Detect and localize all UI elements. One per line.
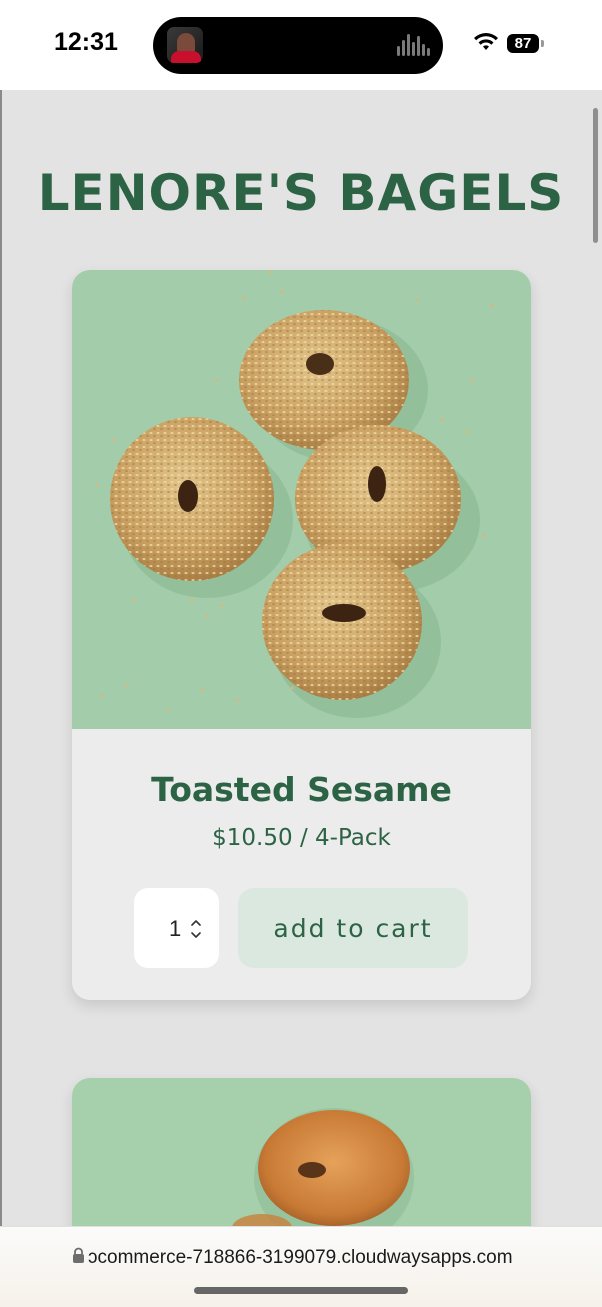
wifi-icon bbox=[474, 33, 498, 50]
product-name[interactable]: Toasted Sesame bbox=[72, 770, 531, 809]
stepper-arrows-icon[interactable] bbox=[190, 918, 202, 940]
product-card: Toasted Sesame $10.50 / 4-Pack 1 add to … bbox=[72, 270, 531, 1000]
product-image-sesame-bagels[interactable] bbox=[72, 270, 531, 729]
site-title[interactable]: LENORE'S BAGELS bbox=[0, 168, 602, 218]
audio-waveform-icon bbox=[397, 34, 431, 58]
browser-url-bar[interactable]: ɔcommerce-718866-3199079.cloudwaysapps.c… bbox=[0, 1226, 602, 1307]
quantity-stepper[interactable]: 1 bbox=[134, 888, 219, 968]
home-indicator[interactable] bbox=[194, 1287, 408, 1294]
lock-icon bbox=[73, 1247, 84, 1263]
status-time: 12:31 bbox=[54, 28, 118, 56]
url-text[interactable]: ɔcommerce-718866-3199079.cloudwaysapps.c… bbox=[88, 1247, 513, 1269]
status-bar: 12:31 87 bbox=[0, 0, 602, 90]
add-to-cart-button[interactable]: add to cart bbox=[238, 888, 468, 968]
dynamic-island[interactable] bbox=[153, 17, 443, 74]
battery-terminal bbox=[541, 40, 544, 47]
podcast-thumbnail bbox=[167, 27, 203, 63]
sesame-bagels-illustration bbox=[95, 270, 494, 718]
product-price: $10.50 / 4-Pack bbox=[212, 825, 391, 851]
quantity-value[interactable]: 1 bbox=[169, 916, 181, 942]
battery-icon: 87 bbox=[507, 34, 539, 53]
